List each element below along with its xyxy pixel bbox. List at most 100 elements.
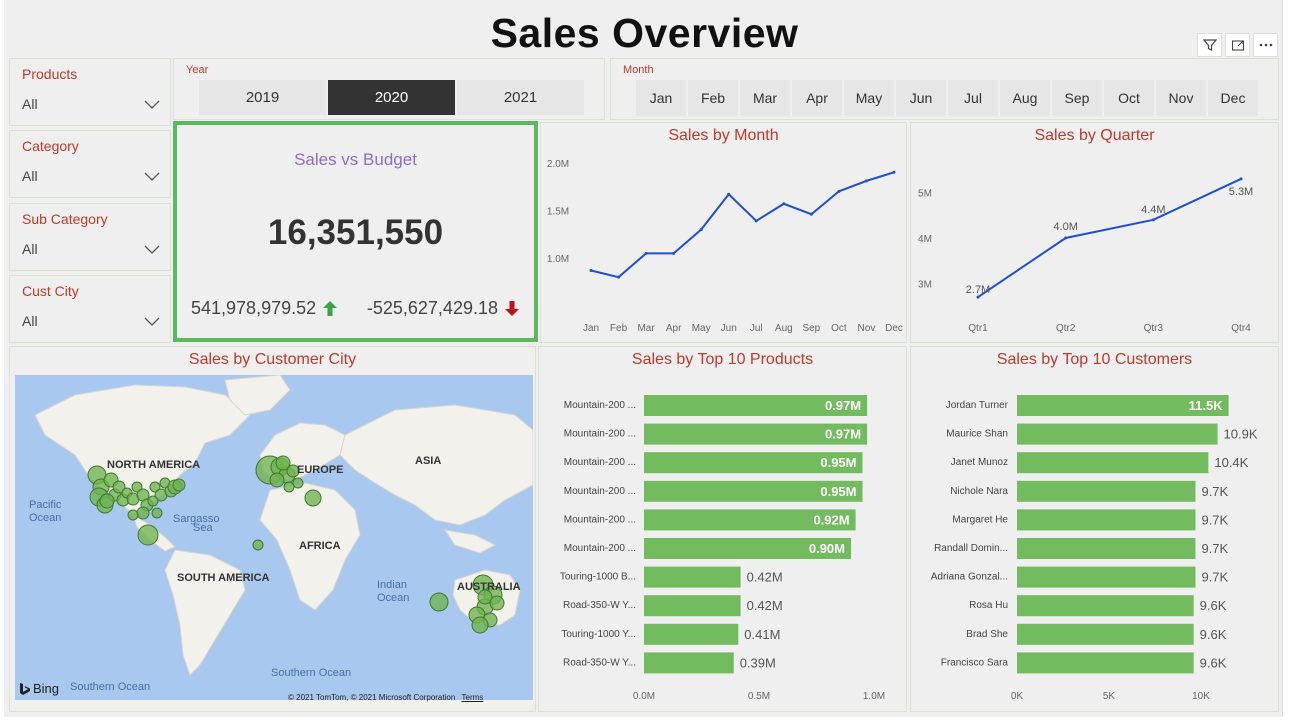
year-slicer: Year 2019 2020 2021 (173, 58, 605, 120)
city-bubble (147, 495, 159, 507)
month-option-aug[interactable]: Aug (1000, 80, 1050, 116)
cust-city-dropdown[interactable]: All (22, 308, 164, 334)
x-tick-label: Aug (775, 323, 793, 334)
category-label: Mountain-200 ... (564, 400, 636, 411)
city-bubble (429, 592, 449, 612)
category-label: Nichole Nara (950, 486, 1008, 497)
city-bubble (489, 595, 505, 611)
chevron-down-icon (144, 317, 160, 326)
dropdown-value: All (22, 168, 38, 184)
chevron-down-icon (144, 100, 160, 109)
map-label-asia: ASIA (415, 455, 442, 467)
visual-toolbar (1197, 33, 1278, 57)
world-map[interactable]: NORTH AMERICA EUROPE ASIA AFRICA SOUTH A… (15, 375, 533, 707)
data-label: 10.9K (1224, 427, 1258, 442)
month-option-jun[interactable]: Jun (896, 80, 946, 116)
sales-by-top-10-customers-visual[interactable]: Sales by Top 10 Customers Jordan Turner 1… (910, 346, 1279, 712)
sales-vs-budget-card[interactable]: Sales vs Budget 16,351,550 541,978,979.5… (173, 121, 538, 342)
expand-icon[interactable] (1225, 33, 1250, 57)
data-label: 0.41M (744, 627, 780, 642)
month-option-mar[interactable]: Mar (740, 80, 790, 116)
filter-icon[interactable] (1197, 33, 1222, 57)
city-bubble (172, 478, 186, 492)
map-label-north-america: NORTH AMERICA (107, 459, 201, 471)
month-option-sep[interactable]: Sep (1052, 80, 1102, 116)
bar (644, 566, 741, 588)
category-label: Francisco Sara (941, 657, 1009, 668)
x-tick-label: Apr (666, 323, 682, 334)
city-bubble (252, 539, 264, 551)
top-products-chart: Mountain-200 ... 0.97M Mountain-200 ... 0.9… (560, 395, 885, 702)
x-tick-label: Sep (802, 323, 820, 334)
sales-by-quarter-visual[interactable]: Sales by Quarter 3M 4M 5M Qtr1 Qtr2 Qtr3 Qtr4 2… (910, 122, 1279, 343)
data-label: 0.97M (825, 398, 861, 413)
category-label: Jordan Turner (946, 400, 1009, 411)
data-label: 11.5K (1189, 398, 1224, 413)
x-tick-label: Feb (610, 323, 628, 334)
year-slicer-label: Year (186, 64, 209, 76)
x-tick-label: 0.0M (633, 691, 655, 702)
category-label: Mountain-200 ... (564, 429, 636, 440)
year-option-2021[interactable]: 2021 (457, 80, 584, 115)
dropdown-value: All (22, 313, 38, 329)
map-label-africa: AFRICA (299, 540, 341, 552)
data-label: 10.4K (1214, 455, 1248, 470)
data-label: 4.4M (1141, 204, 1165, 216)
data-label: 9.6K (1200, 655, 1227, 670)
series-line (977, 178, 1242, 298)
products-dropdown[interactable]: All (22, 91, 164, 117)
bar (644, 652, 734, 674)
month-option-feb[interactable]: Feb (688, 80, 738, 116)
month-option-jan[interactable]: Jan (636, 80, 686, 116)
month-option-nov[interactable]: Nov (1156, 80, 1206, 116)
month-option-apr[interactable]: Apr (792, 80, 842, 116)
sales-by-top-10-products-visual[interactable]: Sales by Top 10 Products Mountain-200 ..… (538, 346, 907, 712)
slicer-label: Category (22, 138, 79, 154)
year-option-2019[interactable]: 2019 (199, 80, 326, 115)
data-label: 9.7K (1201, 541, 1228, 556)
more-icon[interactable] (1253, 33, 1278, 57)
category-label: Mountain-200 ... (564, 486, 636, 497)
kpi-value: 16,351,550 (267, 213, 444, 252)
month-option-may[interactable]: May (844, 80, 894, 116)
terms-link[interactable]: Terms (462, 693, 484, 702)
data-point (1151, 218, 1155, 222)
month-option-oct[interactable]: Oct (1104, 80, 1154, 116)
data-point (672, 251, 676, 255)
bar (644, 623, 739, 645)
city-bubble (292, 477, 304, 489)
city-bubble (151, 507, 163, 519)
x-tick-label: 0K (1011, 691, 1024, 702)
city-bubbles[interactable] (15, 375, 533, 707)
map-attribution: © 2021 TomTom, © 2021 Microsoft Corporat… (288, 693, 483, 702)
category-label: Brad She (966, 629, 1008, 640)
category-dropdown[interactable]: All (22, 163, 164, 189)
x-tick-label: Oct (831, 323, 847, 334)
y-tick-label: 4M (918, 234, 932, 245)
slicer-label: Cust City (22, 283, 79, 299)
year-option-2020[interactable]: 2020 (328, 80, 455, 115)
data-label: 9.7K (1201, 570, 1228, 585)
bar (1017, 480, 1196, 502)
x-tick-label: Jul (750, 323, 763, 334)
data-label: 4.0M (1053, 221, 1077, 233)
x-tick-label: Qtr4 (1231, 323, 1251, 334)
y-tick-label: 5M (918, 189, 932, 200)
data-point (754, 219, 758, 223)
data-point (864, 179, 868, 183)
data-point (782, 202, 786, 206)
map-label-europe: EUROPE (297, 464, 344, 476)
x-tick-label: Qtr3 (1144, 323, 1164, 334)
bing-icon (20, 682, 30, 695)
attribution-text: © 2021 TomTom, © 2021 Microsoft Corporat… (288, 693, 456, 702)
month-slicer: Month Jan Feb Mar Apr May Jun Jul Aug Se… (610, 58, 1279, 120)
month-option-jul[interactable]: Jul (948, 80, 998, 116)
page-title: Sales Overview (490, 10, 799, 56)
month-option-dec[interactable]: Dec (1208, 80, 1258, 116)
products-slicer: Products All (9, 58, 171, 126)
sub-category-dropdown[interactable]: All (22, 236, 164, 262)
sales-by-month-visual[interactable]: Sales by Month 1.0M 1.5M 2.0M Jan Feb Mar Apr M… (540, 122, 907, 343)
city-bubble (283, 481, 295, 493)
data-point (644, 251, 648, 255)
kpi-right-metric: -525,627,429.18 (367, 298, 520, 319)
